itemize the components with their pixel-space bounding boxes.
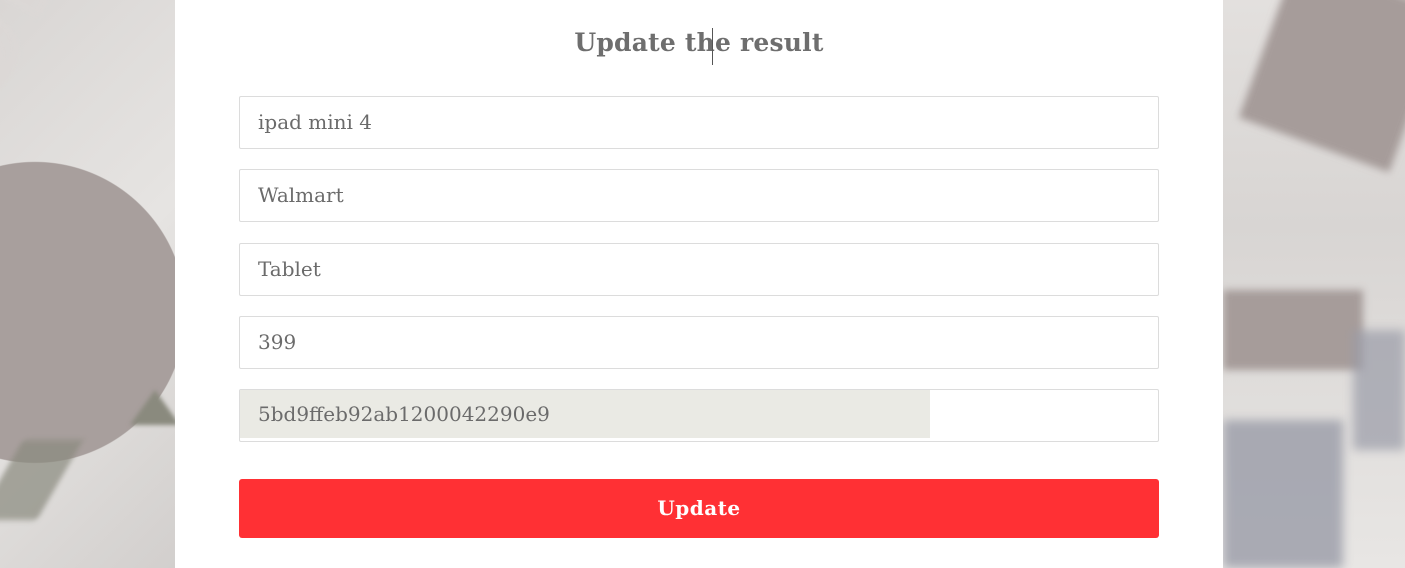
background-left-panel: %OFF xyxy=(0,0,175,568)
product-name-value: ipad mini 4 xyxy=(258,110,373,134)
background-right-panel xyxy=(1223,0,1405,568)
category-value: Tablet xyxy=(258,257,321,281)
store-value: Walmart xyxy=(258,183,344,207)
background-shape xyxy=(130,390,175,425)
text-cursor xyxy=(712,28,713,65)
background-shape xyxy=(1238,0,1405,173)
price-input[interactable]: 399 xyxy=(239,316,1159,369)
record-id-value: 5bd9ffeb92ab1200042290e9 xyxy=(258,402,550,426)
price-value: 399 xyxy=(258,330,297,354)
update-form-panel: Update the result ipad mini 4 Walmart Ta… xyxy=(175,0,1223,568)
record-id-input[interactable]: 5bd9ffeb92ab1200042290e9 xyxy=(239,389,1159,442)
background-promo-text: %OFF xyxy=(0,0,137,238)
update-button[interactable]: Update xyxy=(239,479,1159,538)
background-shape xyxy=(1223,290,1363,370)
category-input[interactable]: Tablet xyxy=(239,243,1159,296)
background-shape xyxy=(1223,420,1343,568)
background-shape xyxy=(0,440,84,520)
background-shape xyxy=(1353,330,1405,450)
page-title: Update the result xyxy=(574,28,824,57)
product-name-input[interactable]: ipad mini 4 xyxy=(239,96,1159,149)
store-input[interactable]: Walmart xyxy=(239,169,1159,222)
